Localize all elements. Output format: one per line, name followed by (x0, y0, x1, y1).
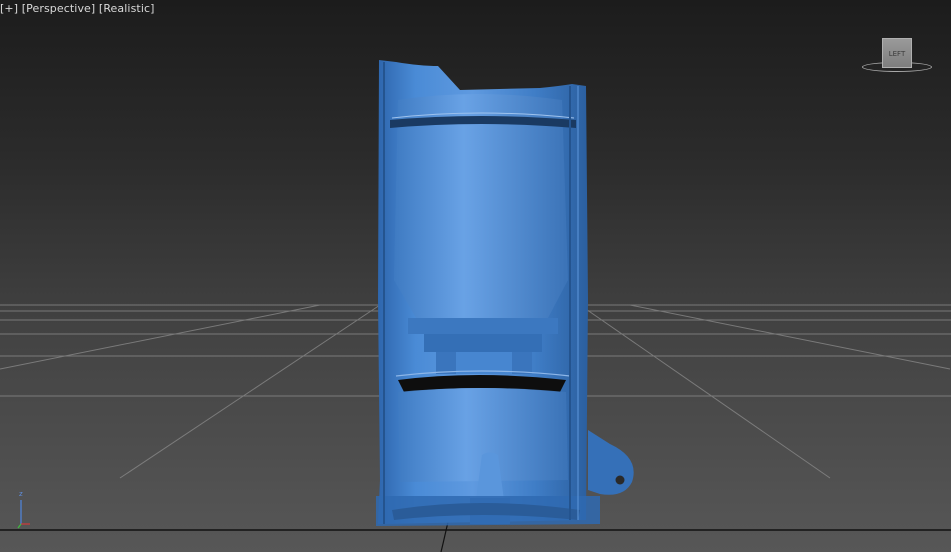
model-upper-chamber (394, 94, 568, 318)
viewcube-icon[interactable]: LEFT (860, 36, 936, 78)
viewport-shading-mode[interactable]: [Realistic] (99, 2, 155, 15)
viewport[interactable]: [+] [Perspective] [Realistic] LEFT z (0, 0, 951, 552)
scene (0, 60, 951, 552)
viewport-menu-plus[interactable]: [+] (0, 2, 18, 15)
axis-lines (17, 500, 30, 529)
viewport-view-mode[interactable]: [Perspective] (22, 2, 96, 15)
axis-tripod-icon: z (12, 490, 34, 530)
model-base (376, 496, 600, 526)
model-3d[interactable] (376, 60, 634, 526)
axis-z-label: z (19, 490, 23, 498)
viewcube-face-left[interactable]: LEFT (882, 38, 912, 68)
model-mid-ring (408, 318, 558, 334)
model-bracket-hole (615, 475, 625, 485)
model-bracket (588, 430, 634, 495)
viewport-label: [+] [Perspective] [Realistic] (0, 2, 155, 15)
